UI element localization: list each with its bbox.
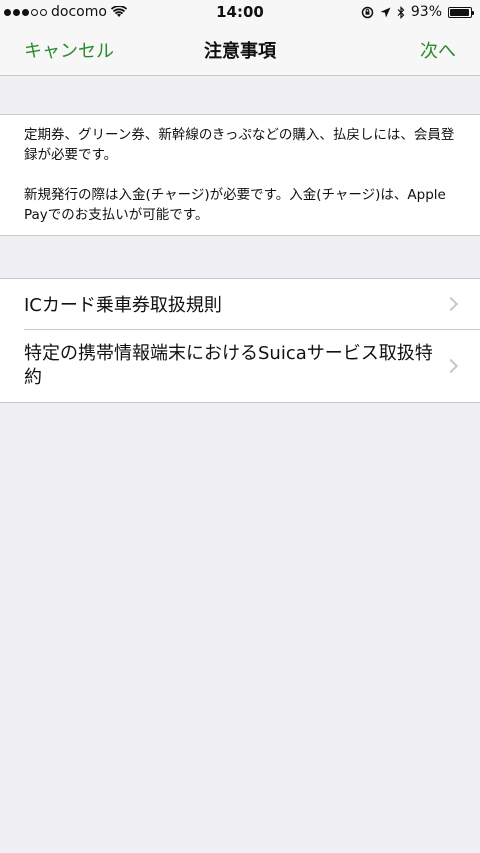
- list-item-ic-card-rules[interactable]: ICカード乗車券取扱規則: [0, 279, 480, 329]
- notice-paragraph-charge: 新規発行の際は入金(チャージ)が必要です。入金(チャージ)は、Apple Pay…: [24, 187, 446, 223]
- chevron-right-icon: [443, 358, 459, 374]
- notice-paragraph-membership: 定期券、グリーン券、新幹線のきっぷなどの購入、払戻しには、会員登録が必要です。: [24, 127, 455, 163]
- location-arrow-icon: [380, 7, 391, 17]
- next-button[interactable]: 次へ: [420, 24, 456, 76]
- notice-section: 定期券、グリーン券、新幹線のきっぷなどの購入、払戻しには、会員登録が必要です。 …: [0, 114, 480, 236]
- chevron-right-icon: [443, 296, 459, 312]
- list-item-label: ICカード乗車券取扱規則: [24, 295, 222, 316]
- cancel-button[interactable]: キャンセル: [24, 24, 114, 76]
- status-right: 93%: [361, 0, 474, 24]
- status-bar: docomo 14:00 93%: [0, 0, 480, 24]
- lock-rotation-icon: [361, 6, 374, 18]
- list-item-label: 特定の携帯情報端末におけるSuicaサービス取扱特約: [24, 343, 433, 388]
- navigation-bar: キャンセル 注意事項 次へ: [0, 24, 480, 76]
- terms-list: ICカード乗車券取扱規則 特定の携帯情報端末におけるSuicaサービス取扱特約: [0, 278, 480, 403]
- list-item-suica-special-terms[interactable]: 特定の携帯情報端末におけるSuicaサービス取扱特約: [0, 330, 480, 402]
- bluetooth-icon: [397, 5, 405, 19]
- battery-fill: [450, 8, 469, 16]
- battery-percentage: 93%: [410, 4, 442, 20]
- battery-icon: [448, 6, 474, 18]
